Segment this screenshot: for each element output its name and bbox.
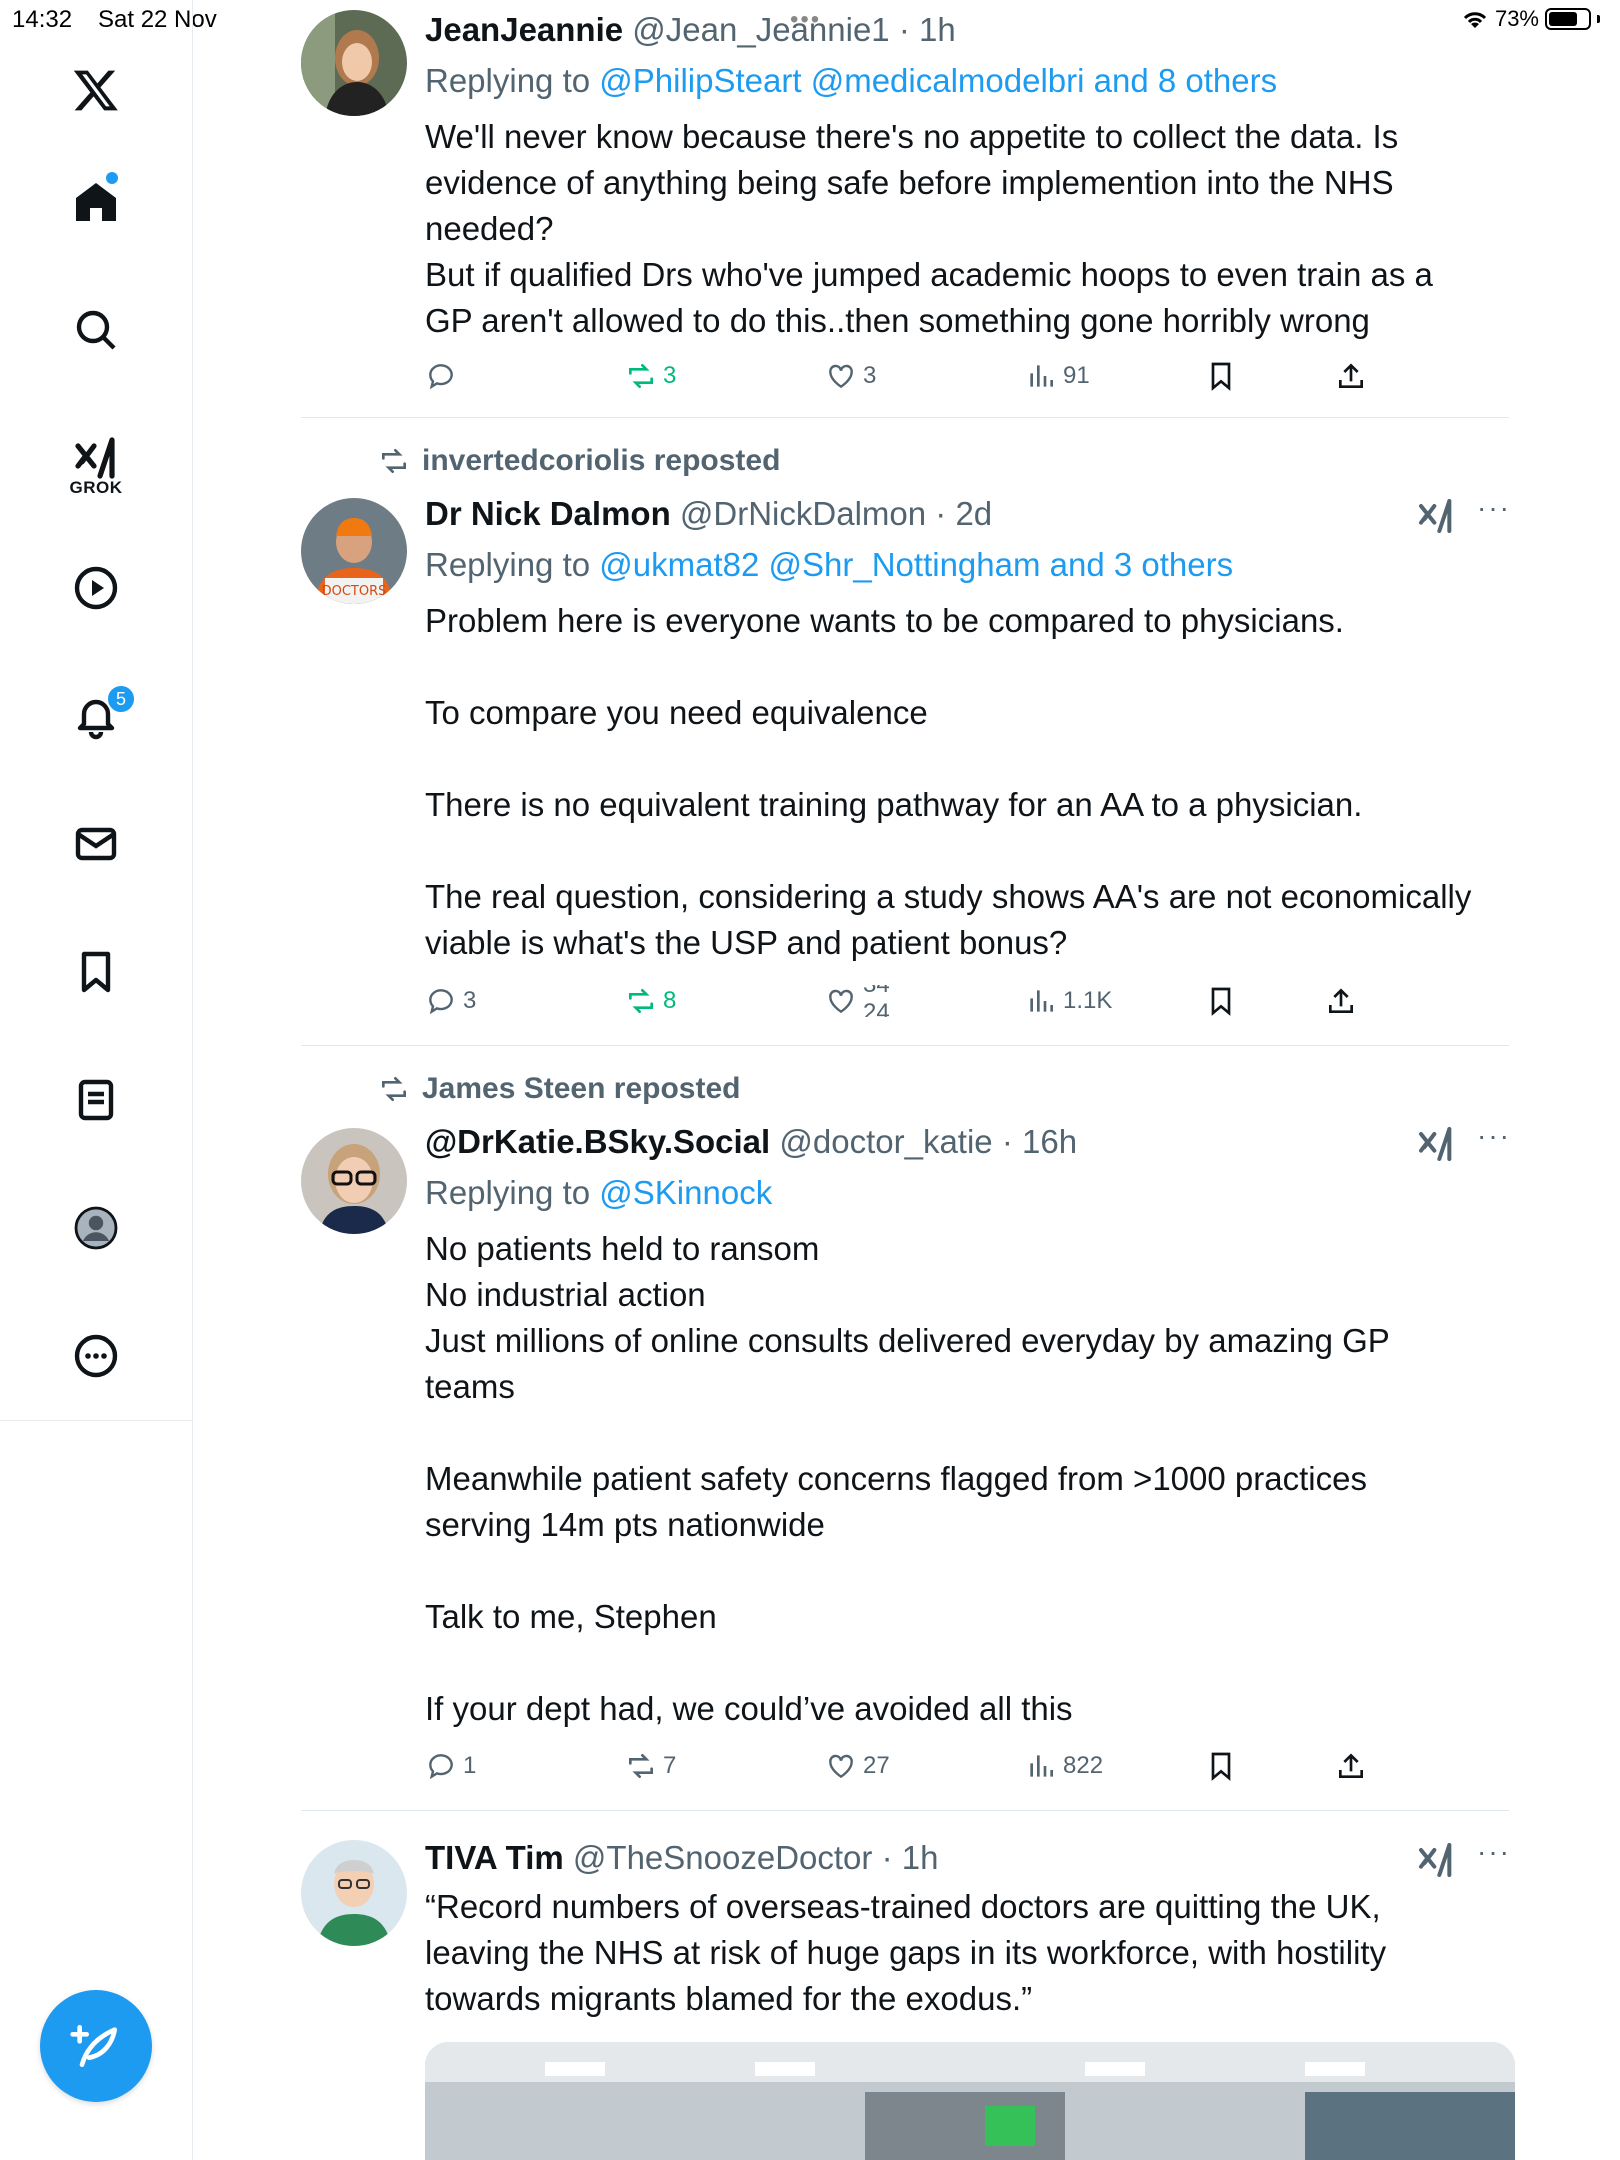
reply-button[interactable]: 3 — [425, 985, 476, 1017]
repost-icon — [382, 1077, 406, 1101]
repost-icon — [629, 989, 653, 1013]
tweet-divider — [301, 1045, 1509, 1046]
like-button[interactable]: 3 — [825, 360, 876, 392]
analytics-icon — [1030, 990, 1053, 1012]
sidebar: GROK 5 — [0, 0, 193, 2160]
repost-button[interactable]: 7 — [625, 1750, 676, 1782]
tweet-actions: 3 8 3424 1.1K — [425, 985, 1425, 1025]
views-button[interactable]: 1.1K — [1025, 985, 1112, 1017]
reply-icon — [429, 989, 453, 1015]
replying-to-link[interactable]: @ukmat82 @Shr_Nottingham and 3 others — [599, 546, 1233, 583]
repost-context[interactable]: invertedcoriolis reposted — [378, 444, 780, 478]
views-button[interactable]: 91 — [1025, 360, 1090, 392]
author-name[interactable]: Dr Nick Dalmon — [425, 495, 671, 532]
battery-icon — [1545, 8, 1591, 30]
author-handle[interactable]: @TheSnoozeDoctor — [573, 1839, 872, 1876]
repost-icon — [629, 1754, 653, 1778]
avatar[interactable] — [301, 10, 407, 116]
replying-to: Replying to @ukmat82 @Shr_Nottingham and… — [425, 546, 1234, 583]
more-menu-icon[interactable]: ··· — [1477, 1836, 1511, 1868]
grok-explain-icon[interactable] — [1416, 1124, 1456, 1164]
heart-icon — [829, 989, 853, 1014]
grok-explain-icon[interactable] — [1416, 1840, 1456, 1880]
author-handle[interactable]: @doctor_katie — [779, 1123, 992, 1160]
post-time: · 16h — [1001, 1123, 1078, 1160]
more-menu-icon[interactable]: ··· — [1477, 1120, 1511, 1152]
more-options-icon[interactable] — [56, 1316, 136, 1396]
share-button[interactable] — [1325, 985, 1357, 1017]
home-icon[interactable] — [56, 162, 136, 242]
sidebar-separator — [0, 1420, 193, 1421]
analytics-icon — [1030, 1755, 1053, 1777]
bookmark-icon — [1211, 1752, 1231, 1781]
repost-icon — [629, 364, 653, 388]
avatar[interactable] — [301, 1840, 407, 1946]
search-icon[interactable] — [56, 290, 136, 370]
heart-icon — [829, 364, 853, 389]
messages-envelope-icon[interactable] — [56, 804, 136, 884]
bookmarks-icon[interactable] — [56, 932, 136, 1012]
author-name[interactable]: JeanJeannie — [425, 11, 623, 48]
lists-icon[interactable] — [56, 1060, 136, 1140]
tweet-text: No patients held to ransom No industrial … — [425, 1230, 1390, 1727]
heart-icon — [829, 1754, 853, 1779]
avatar-sign-text: DOCTORS — [322, 584, 387, 599]
profile-avatar-icon[interactable] — [56, 1188, 136, 1268]
reply-button[interactable]: 1 — [425, 1750, 476, 1782]
post-time: · 1h — [898, 11, 956, 48]
home-unread-dot — [106, 172, 118, 184]
post-time: · 2d — [935, 495, 993, 532]
tweet-text: “Record numbers of overseas-trained doct… — [425, 1888, 1387, 2017]
bookmark-icon — [1211, 362, 1231, 391]
grok-label: GROK — [69, 478, 123, 497]
tweet-text: We'll never know because there's no appe… — [425, 118, 1433, 339]
repost-icon — [382, 449, 406, 473]
bookmark-icon — [1211, 987, 1231, 1016]
bookmark-button[interactable] — [1205, 1750, 1237, 1782]
author-name[interactable]: TIVA Tim — [425, 1839, 564, 1876]
views-button[interactable]: 822 — [1025, 1750, 1103, 1782]
bookmark-button[interactable] — [1205, 360, 1237, 392]
share-button[interactable] — [1335, 1750, 1367, 1782]
tweet-media-image[interactable] — [425, 2042, 1515, 2160]
repost-button[interactable]: 3 — [625, 360, 676, 392]
replying-to-link[interactable]: @SKinnock — [599, 1174, 772, 1211]
author-handle[interactable]: @DrNickDalmon — [680, 495, 926, 532]
share-icon — [1339, 1753, 1363, 1778]
tweet-actions: 1 7 27 822 — [425, 1750, 1425, 1790]
bookmark-button[interactable] — [1205, 985, 1237, 1017]
tweet-actions: 3 3 91 — [425, 360, 1425, 400]
grok-explain-icon[interactable] — [1416, 496, 1456, 536]
replying-to-link[interactable]: @PhilipSteart @medicalmodelbri and 8 oth… — [599, 62, 1277, 99]
reply-icon — [429, 1754, 453, 1780]
replying-to: Replying to @SKinnock — [425, 1174, 773, 1211]
feather-plus-icon — [70, 2025, 117, 2067]
like-button[interactable]: 27 — [825, 1750, 890, 1782]
repost-context[interactable]: James Steen reposted — [378, 1072, 740, 1106]
share-button[interactable] — [1335, 360, 1367, 392]
like-count-rolling: 34 — [863, 985, 890, 999]
analytics-icon — [1030, 365, 1053, 387]
replying-to: Replying to @PhilipSteart @medicalmodelb… — [425, 62, 1278, 99]
tweet-divider — [301, 1810, 1509, 1811]
reply-button[interactable] — [425, 360, 457, 392]
author-handle[interactable]: @Jean_Jeannie1 — [632, 11, 889, 48]
notification-badge: 5 — [106, 684, 136, 714]
reply-icon — [429, 364, 453, 390]
author-name[interactable]: @DrKatie.BSky.Social — [425, 1123, 770, 1160]
avatar[interactable]: DOCTORS — [301, 498, 407, 604]
share-icon — [1329, 988, 1353, 1013]
repost-button[interactable]: 8 — [625, 985, 676, 1017]
like-button[interactable]: 3424 — [825, 985, 893, 1017]
compose-post-button[interactable] — [40, 1990, 152, 2102]
video-icon[interactable] — [56, 548, 136, 628]
post-time: · 1h — [881, 1839, 939, 1876]
like-count: 24 — [863, 999, 890, 1017]
x-logo-icon[interactable] — [56, 50, 136, 130]
share-icon — [1339, 363, 1363, 388]
tweet-divider — [301, 417, 1509, 418]
avatar[interactable] — [301, 1128, 407, 1234]
more-menu-icon[interactable]: ··· — [1477, 492, 1511, 524]
tweet-text: Problem here is everyone wants to be com… — [425, 602, 1472, 961]
